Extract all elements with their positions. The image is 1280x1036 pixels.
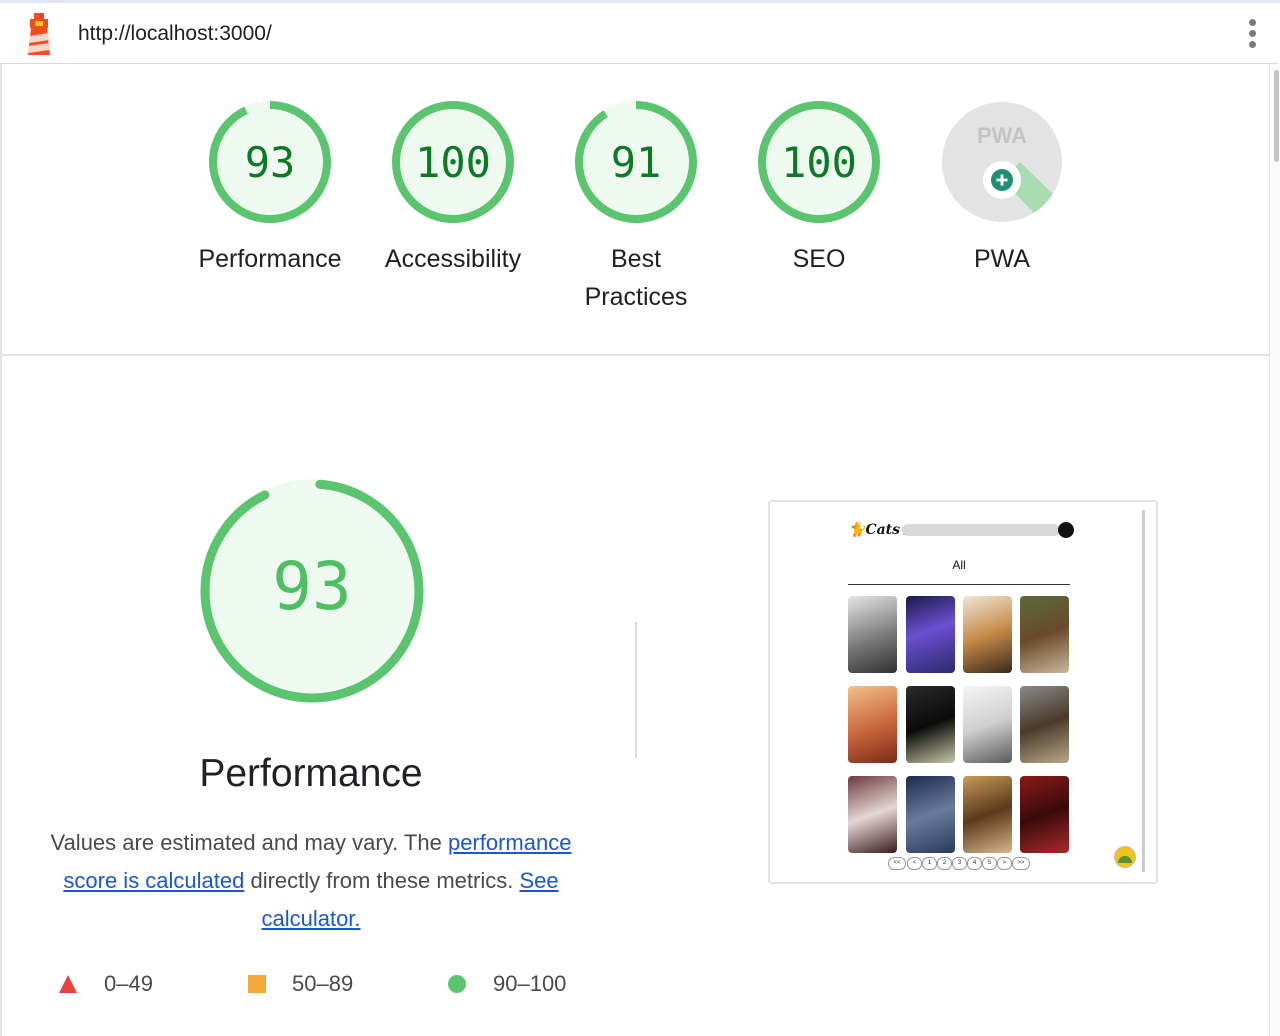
scrollbar[interactable] [1269, 64, 1280, 1036]
gauge-score-accessibility: 100 [415, 138, 491, 187]
final-screenshot[interactable]: 🐈Cats검색 All << < 1 2 3 4 5 > >> [768, 500, 1158, 884]
cat-image [1020, 596, 1069, 673]
gauge-label-performance: Performance [198, 245, 342, 273]
performance-big-score: 93 [272, 548, 351, 625]
section-divider [2, 354, 1269, 356]
cat-image [848, 776, 897, 853]
performance-title: Performance [199, 752, 423, 795]
circle-icon [448, 975, 466, 993]
report-header: http://localhost:3000/ [0, 3, 1278, 64]
cats-search-bar [902, 524, 1060, 536]
page-first-button[interactable]: << [888, 857, 906, 870]
cats-image-grid [848, 596, 1072, 856]
cat-image [1020, 776, 1069, 853]
legend-fail-range: 0–49 [104, 971, 153, 996]
description-text-middle: directly from these metrics. [244, 868, 520, 893]
square-icon [248, 975, 266, 993]
cat-image [963, 776, 1012, 853]
page-button[interactable]: 1 [922, 857, 937, 870]
gauge-best-practices[interactable]: 91 Best Practices [556, 100, 716, 316]
legend-average-range: 50–89 [292, 971, 354, 996]
scrollbar-thumb[interactable] [1274, 70, 1279, 162]
gauge-score-performance: 93 [245, 138, 296, 187]
page-prev-button[interactable]: < [907, 857, 922, 870]
gauge-score-seo: 100 [781, 138, 857, 187]
pwa-badge-text: PWA [977, 123, 1027, 148]
cat-image [906, 686, 955, 763]
description-text-prefix: Values are estimated and may vary. The [50, 830, 448, 855]
gauge-label-seo: SEO [792, 245, 846, 273]
cat-image [963, 686, 1012, 763]
cats-tab-underline [848, 584, 1070, 585]
cat-image [848, 596, 897, 673]
triangle-icon [59, 975, 77, 993]
cat-image [848, 686, 897, 763]
more-options-icon[interactable] [1240, 17, 1264, 53]
gauge-ring-accessibility: 100 [392, 101, 514, 223]
screenshot-scrollbar [1142, 510, 1145, 872]
cat-image [1020, 686, 1069, 763]
page-url: http://localhost:3000/ [78, 22, 272, 45]
page-next-button[interactable]: > [997, 857, 1012, 870]
cat-image [963, 596, 1012, 673]
gauge-accessibility[interactable]: 100 Accessibility [373, 100, 533, 278]
page-last-button[interactable]: >> [1012, 857, 1030, 870]
floating-action-icon[interactable] [1114, 846, 1136, 868]
gauge-performance[interactable]: 93 Performance [190, 100, 350, 278]
cat-image [906, 776, 955, 853]
legend-pass-range: 90–100 [493, 971, 567, 996]
lighthouse-logo-icon [28, 13, 50, 55]
cats-tab-all: All [952, 558, 966, 572]
gauge-label-accessibility: Accessibility [384, 245, 522, 273]
cats-search-button [1058, 522, 1074, 538]
pwa-badge-icon: PWA [942, 102, 1062, 222]
gauge-label-best-practices: Best Practices [584, 245, 688, 311]
gauge-score-best-practices: 91 [611, 138, 662, 187]
gauge-ring-seo: 100 [758, 101, 880, 223]
score-gauges: 93 Performance 100 Accessibility 91 Best… [0, 64, 1270, 354]
gauge-ring-performance: 93 [209, 101, 331, 223]
page-button[interactable]: 5 [982, 857, 997, 870]
performance-description: Values are estimated and may vary. The p… [28, 824, 594, 938]
cat-image [906, 596, 955, 673]
gauge-seo[interactable]: 100 SEO [739, 100, 899, 278]
gauge-label-pwa: PWA [973, 245, 1031, 273]
gauge-ring-best-practices: 91 [575, 101, 697, 223]
page-button[interactable]: 2 [937, 857, 952, 870]
page-button[interactable]: 3 [952, 857, 967, 870]
page-button[interactable]: 4 [967, 857, 982, 870]
vertical-separator [635, 622, 637, 758]
gauge-pwa[interactable]: PWA PWA [922, 100, 1082, 278]
performance-big-gauge: 93 [200, 479, 424, 703]
